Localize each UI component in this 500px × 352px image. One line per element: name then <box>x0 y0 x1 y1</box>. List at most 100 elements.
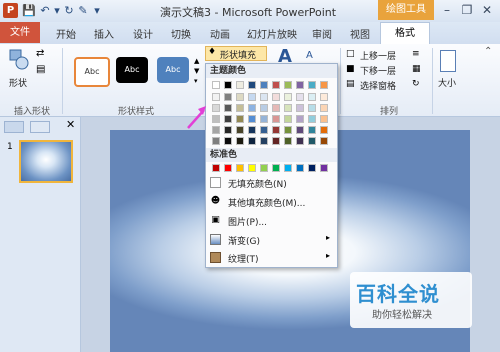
no-fill-item[interactable]: 无填充颜色(N) <box>228 177 287 190</box>
theme-color-swatch[interactable] <box>308 81 316 89</box>
theme-shade-swatch[interactable] <box>284 104 292 112</box>
theme-shade-swatch[interactable] <box>260 115 268 123</box>
edit-shape-icon[interactable]: ⇄ <box>36 48 52 62</box>
standard-color-swatch[interactable] <box>260 164 268 172</box>
theme-shade-swatch[interactable] <box>296 93 304 101</box>
theme-color-swatch[interactable] <box>224 81 232 89</box>
theme-shade-swatch[interactable] <box>308 137 316 145</box>
style-scroll-icon[interactable]: ▲ ▼ ▾ <box>194 56 202 86</box>
theme-shade-swatch[interactable] <box>320 137 328 145</box>
theme-shade-swatch[interactable] <box>272 137 280 145</box>
standard-color-swatch[interactable] <box>296 164 304 172</box>
theme-shade-swatch[interactable] <box>272 104 280 112</box>
theme-shade-swatch[interactable] <box>320 115 328 123</box>
shape-fill-button[interactable]: ♦ 形状填充 <box>205 46 267 61</box>
standard-color-swatch[interactable] <box>248 164 256 172</box>
theme-shade-swatch[interactable] <box>248 104 256 112</box>
theme-color-swatch[interactable] <box>296 81 304 89</box>
picture-fill-item[interactable]: 图片(P)... <box>228 215 267 228</box>
gradient-fill-item[interactable]: 渐变(G) <box>228 234 260 247</box>
shapes-label[interactable]: 形状 <box>9 76 27 89</box>
draw-textbox-icon[interactable]: ▤ <box>36 64 52 78</box>
theme-shade-swatch[interactable] <box>236 104 244 112</box>
theme-shade-swatch[interactable] <box>320 104 328 112</box>
standard-color-swatch[interactable] <box>308 164 316 172</box>
theme-shade-swatch[interactable] <box>224 126 232 134</box>
tab-format[interactable]: 格式 <box>380 22 430 44</box>
send-backward-icon[interactable]: ■ <box>346 64 358 74</box>
theme-shade-swatch[interactable] <box>248 115 256 123</box>
close-panel-icon[interactable]: ✕ <box>66 118 75 131</box>
standard-color-swatch[interactable] <box>284 164 292 172</box>
standard-color-swatch[interactable] <box>320 164 328 172</box>
theme-shade-swatch[interactable] <box>248 93 256 101</box>
theme-shade-swatch[interactable] <box>212 93 220 101</box>
shape-style-black[interactable]: Abc <box>116 57 148 83</box>
standard-color-swatch[interactable] <box>272 164 280 172</box>
tab-view[interactable]: 视图 <box>350 26 370 41</box>
theme-color-swatch[interactable] <box>320 81 328 89</box>
theme-shade-swatch[interactable] <box>224 93 232 101</box>
theme-shade-swatch[interactable] <box>296 126 304 134</box>
theme-shade-swatch[interactable] <box>248 137 256 145</box>
theme-shade-swatch[interactable] <box>308 104 316 112</box>
theme-shade-swatch[interactable] <box>320 126 328 134</box>
tab-design[interactable]: 设计 <box>133 26 153 41</box>
restore-icon[interactable]: ❐ <box>458 2 476 18</box>
theme-color-swatch[interactable] <box>284 81 292 89</box>
minimize-icon[interactable]: – <box>438 2 456 18</box>
size-button[interactable]: 大小 <box>438 76 456 89</box>
tab-review[interactable]: 审阅 <box>312 26 332 41</box>
format-painter-icon[interactable]: ✎ <box>76 4 90 18</box>
theme-shade-swatch[interactable] <box>296 115 304 123</box>
theme-shade-swatch[interactable] <box>224 104 232 112</box>
standard-color-swatch[interactable] <box>236 164 244 172</box>
shape-style-blue[interactable]: Abc <box>157 57 189 83</box>
theme-shade-swatch[interactable] <box>236 126 244 134</box>
theme-shade-swatch[interactable] <box>236 93 244 101</box>
powerpoint-logo-icon[interactable]: P <box>3 3 18 18</box>
rotate-icon[interactable]: ↻ <box>412 79 420 89</box>
theme-shade-swatch[interactable] <box>308 126 316 134</box>
theme-shade-swatch[interactable] <box>260 137 268 145</box>
theme-shade-swatch[interactable] <box>284 93 292 101</box>
size-icon[interactable] <box>440 50 456 72</box>
theme-shade-swatch[interactable] <box>260 93 268 101</box>
theme-shade-swatch[interactable] <box>272 126 280 134</box>
tab-insert[interactable]: 插入 <box>94 26 114 41</box>
group-objects-icon[interactable]: ▦ <box>412 64 421 74</box>
theme-color-swatch[interactable] <box>236 81 244 89</box>
customize-toolbar-icon[interactable]: ▾ <box>90 4 104 18</box>
theme-shade-swatch[interactable] <box>272 115 280 123</box>
theme-shade-swatch[interactable] <box>284 115 292 123</box>
bring-forward-button[interactable]: 上移一层 <box>360 49 396 62</box>
shapes-icon[interactable] <box>8 48 30 74</box>
theme-shade-swatch[interactable] <box>212 104 220 112</box>
send-backward-button[interactable]: 下移一层 <box>360 64 396 77</box>
save-icon[interactable]: 💾 <box>22 4 36 18</box>
bring-forward-icon[interactable]: □ <box>346 49 358 59</box>
text-fill-icon[interactable]: A <box>306 50 313 61</box>
theme-shade-swatch[interactable] <box>224 137 232 145</box>
selection-pane-button[interactable]: 选择窗格 <box>360 79 396 92</box>
more-fill-colors-item[interactable]: 其他填充颜色(M)... <box>228 196 305 209</box>
standard-color-swatch[interactable] <box>224 164 232 172</box>
theme-shade-swatch[interactable] <box>296 137 304 145</box>
theme-shade-swatch[interactable] <box>224 115 232 123</box>
standard-color-swatch[interactable] <box>212 164 220 172</box>
theme-shade-swatch[interactable] <box>308 115 316 123</box>
theme-color-swatch[interactable] <box>260 81 268 89</box>
tab-transitions[interactable]: 切换 <box>171 26 191 41</box>
theme-shade-swatch[interactable] <box>212 126 220 134</box>
texture-fill-item[interactable]: 纹理(T) <box>228 252 259 265</box>
theme-shade-swatch[interactable] <box>260 126 268 134</box>
tab-file[interactable]: 文件 <box>0 22 40 43</box>
theme-shade-swatch[interactable] <box>296 104 304 112</box>
redo-icon[interactable]: ↻ <box>62 4 76 18</box>
shape-style-white[interactable]: Abc <box>74 57 110 87</box>
minimize-ribbon-icon[interactable]: ⌃ <box>484 46 492 57</box>
theme-color-swatch[interactable] <box>248 81 256 89</box>
theme-shade-swatch[interactable] <box>284 126 292 134</box>
theme-shade-swatch[interactable] <box>248 126 256 134</box>
theme-shade-swatch[interactable] <box>272 93 280 101</box>
